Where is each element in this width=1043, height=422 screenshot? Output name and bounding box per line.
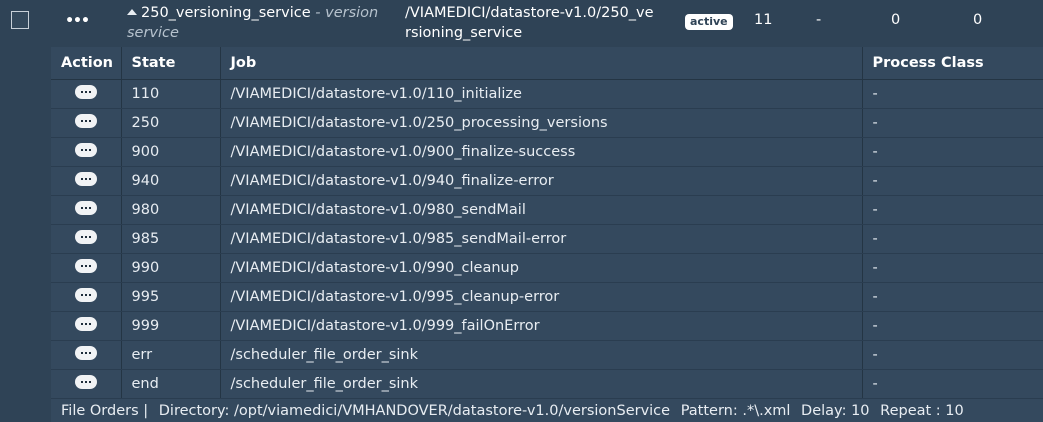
process-class-cell: - xyxy=(862,311,1043,341)
order-count: 11 xyxy=(754,12,773,28)
job-cell[interactable]: /VIAMEDICI/datastore-v1.0/995_cleanup-er… xyxy=(220,282,863,312)
process-class-cell: - xyxy=(862,195,1043,225)
state-cell: 980 xyxy=(121,195,221,225)
job-cell[interactable]: /VIAMEDICI/datastore-v1.0/110_initialize xyxy=(220,79,863,109)
state-cell: 990 xyxy=(121,253,221,283)
process-class-cell: - xyxy=(862,108,1043,138)
ellipsis-pill-icon[interactable] xyxy=(74,346,97,360)
delay-info: Delay: 10 xyxy=(801,403,870,419)
order-name: 250_versioning_service - version service xyxy=(127,3,387,43)
table-row: 999 /VIAMEDICI/datastore-v1.0/999_failOn… xyxy=(51,311,1043,341)
job-cell[interactable]: /VIAMEDICI/datastore-v1.0/985_sendMail-e… xyxy=(220,224,863,254)
order-path: /VIAMEDICI/datastore-v1.0/250_versioning… xyxy=(405,5,654,41)
table-header-row: Action State Job Process Class xyxy=(51,47,1043,80)
job-cell[interactable]: /VIAMEDICI/datastore-v1.0/999_failOnErro… xyxy=(220,311,863,341)
state-cell: 985 xyxy=(121,224,221,254)
table-row: 250 /VIAMEDICI/datastore-v1.0/250_proces… xyxy=(51,108,1043,138)
table-row: err /scheduler_file_order_sink - xyxy=(51,340,1043,370)
order-detail-panel: Action State Job Process Class 110 /VIAM… xyxy=(51,47,1043,422)
process-class-cell: - xyxy=(862,340,1043,370)
action-cell xyxy=(51,282,122,312)
ellipsis-pill-icon[interactable] xyxy=(74,375,97,389)
action-cell xyxy=(51,311,122,341)
row-menu-button[interactable]: ••• xyxy=(62,12,92,30)
state-cell: err xyxy=(121,340,221,370)
select-checkbox[interactable] xyxy=(11,11,29,29)
action-cell xyxy=(51,253,122,283)
process-class-cell: - xyxy=(862,137,1043,167)
action-cell xyxy=(51,369,122,399)
table-row: 985 /VIAMEDICI/datastore-v1.0/985_sendMa… xyxy=(51,224,1043,254)
directory-info: Directory: /opt/viamedici/VMHANDOVER/dat… xyxy=(158,403,671,419)
order-name-separator: - xyxy=(310,5,326,21)
action-cell xyxy=(51,195,122,225)
ellipsis-icon: ••• xyxy=(65,13,90,29)
file-orders-footer: File Orders | Directory: /opt/viamedici/… xyxy=(61,403,970,419)
table-row: 110 /VIAMEDICI/datastore-v1.0/110_initia… xyxy=(51,79,1043,109)
process-class-cell: - xyxy=(862,224,1043,254)
order-num-b: 0 xyxy=(973,12,983,28)
table-row: end /scheduler_file_order_sink - xyxy=(51,369,1043,399)
column-header-state: State xyxy=(121,47,221,80)
ellipsis-pill-icon[interactable] xyxy=(74,114,97,128)
ellipsis-pill-icon[interactable] xyxy=(74,172,97,186)
job-cell[interactable]: /VIAMEDICI/datastore-v1.0/940_finalize-e… xyxy=(220,166,863,196)
column-header-job: Job xyxy=(220,47,863,80)
status-badge: active xyxy=(685,14,733,30)
process-class-cell: - xyxy=(862,253,1043,283)
repeat-info: Repeat : 10 xyxy=(880,403,964,419)
table-row: 940 /VIAMEDICI/datastore-v1.0/940_finali… xyxy=(51,166,1043,196)
ellipsis-pill-icon[interactable] xyxy=(74,85,97,99)
job-cell[interactable]: /scheduler_file_order_sink xyxy=(220,340,863,370)
action-cell xyxy=(51,166,122,196)
state-cell: 999 xyxy=(121,311,221,341)
action-cell xyxy=(51,224,122,254)
process-class-cell: - xyxy=(862,166,1043,196)
file-orders-label: File Orders | xyxy=(61,403,149,419)
action-cell xyxy=(51,137,122,167)
order-row: ••• 250_versioning_service - version ser… xyxy=(0,0,1043,46)
ellipsis-pill-icon[interactable] xyxy=(74,259,97,273)
table-row: 980 /VIAMEDICI/datastore-v1.0/980_sendMa… xyxy=(51,195,1043,225)
job-cell[interactable]: /VIAMEDICI/datastore-v1.0/980_sendMail xyxy=(220,195,863,225)
ellipsis-pill-icon[interactable] xyxy=(74,201,97,215)
state-cell: end xyxy=(121,369,221,399)
job-cell[interactable]: /scheduler_file_order_sink xyxy=(220,369,863,399)
ellipsis-pill-icon[interactable] xyxy=(74,230,97,244)
job-chain-table: Action State Job Process Class 110 /VIAM… xyxy=(51,47,1043,399)
caret-up-icon[interactable] xyxy=(127,9,137,15)
order-name-label[interactable]: 250_versioning_service xyxy=(141,5,311,21)
state-cell: 995 xyxy=(121,282,221,312)
ellipsis-pill-icon[interactable] xyxy=(74,143,97,157)
table-row: 990 /VIAMEDICI/datastore-v1.0/990_cleanu… xyxy=(51,253,1043,283)
table-row: 900 /VIAMEDICI/datastore-v1.0/900_finali… xyxy=(51,137,1043,167)
job-cell[interactable]: /VIAMEDICI/datastore-v1.0/990_cleanup xyxy=(220,253,863,283)
column-header-process-class: Process Class xyxy=(862,47,1043,80)
pattern-info: Pattern: .*\.xml xyxy=(680,403,791,419)
process-class-cell: - xyxy=(862,282,1043,312)
action-cell xyxy=(51,79,122,109)
action-cell xyxy=(51,340,122,370)
ellipsis-pill-icon[interactable] xyxy=(74,317,97,331)
table-row: 995 /VIAMEDICI/datastore-v1.0/995_cleanu… xyxy=(51,282,1043,312)
process-class-cell: - xyxy=(862,369,1043,399)
job-cell[interactable]: /VIAMEDICI/datastore-v1.0/250_processing… xyxy=(220,108,863,138)
state-cell: 940 xyxy=(121,166,221,196)
state-cell: 900 xyxy=(121,137,221,167)
job-cell[interactable]: /VIAMEDICI/datastore-v1.0/900_finalize-s… xyxy=(220,137,863,167)
ellipsis-pill-icon[interactable] xyxy=(74,288,97,302)
column-header-action: Action xyxy=(51,47,122,80)
process-class-cell: - xyxy=(862,79,1043,109)
state-cell: 250 xyxy=(121,108,221,138)
action-cell xyxy=(51,108,122,138)
order-dash: - xyxy=(816,12,822,28)
order-num-a: 0 xyxy=(891,12,901,28)
state-cell: 110 xyxy=(121,79,221,109)
